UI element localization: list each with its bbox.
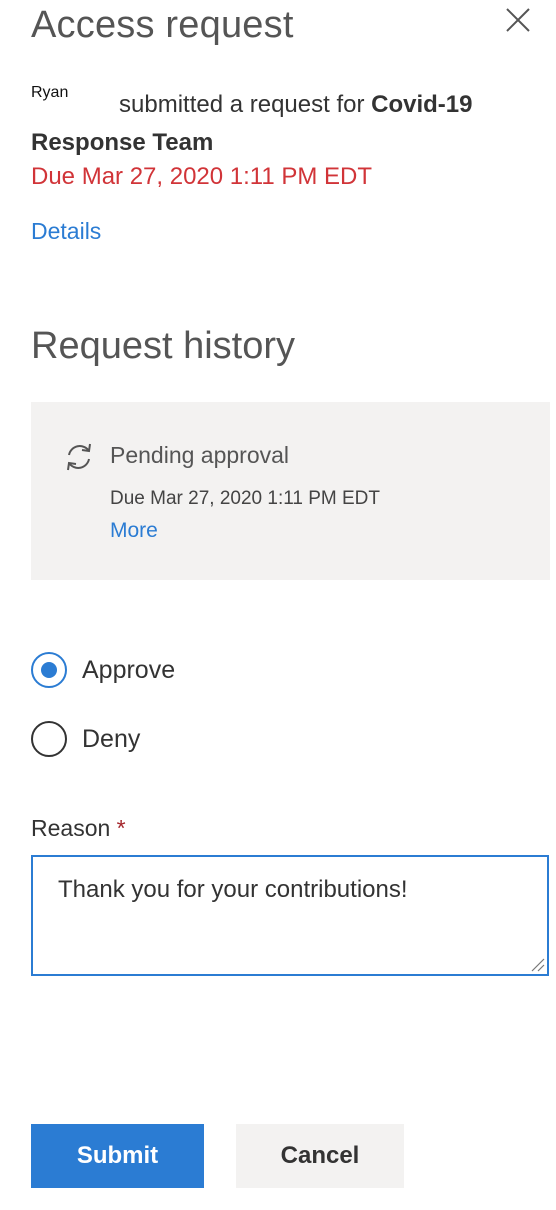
required-marker: * [116,815,126,841]
approve-radio[interactable] [31,652,67,688]
history-card: Pending approval Due Mar 27, 2020 1:11 P… [31,402,550,580]
history-more-link[interactable]: More [110,515,158,547]
approve-option[interactable]: Approve [31,650,175,690]
request-history-title: Request history [31,325,296,367]
cancel-button[interactable]: Cancel [236,1124,404,1188]
request-action-text: submitted a request for [119,91,365,118]
access-request-panel: Access request Ryan submitted a request … [0,0,556,1210]
resize-grip-icon[interactable] [529,956,545,972]
deny-option[interactable]: Deny [31,719,140,759]
close-icon [506,8,530,32]
details-link[interactable]: Details [31,212,101,250]
history-status: Pending approval [110,442,290,468]
sync-icon [67,443,91,471]
due-date: Due Mar 27, 2020 1:11 PM EDT [31,163,373,190]
submit-button[interactable]: Submit [31,1124,204,1188]
reason-textarea[interactable]: Thank you for your contributions! [31,855,549,976]
history-due-date: Due Mar 27, 2020 1:11 PM EDT [110,488,380,509]
reason-label-text: Reason [31,815,111,841]
deny-label: Deny [82,724,141,753]
request-description: submitted a request for Covid-19 Respons… [31,86,541,162]
reason-value: Thank you for your contributions! [58,876,408,903]
reason-label: Reason * [31,810,126,846]
deny-radio[interactable] [31,721,67,757]
close-button[interactable] [500,2,536,38]
panel-title: Access request [31,4,294,46]
approve-label: Approve [82,655,176,684]
